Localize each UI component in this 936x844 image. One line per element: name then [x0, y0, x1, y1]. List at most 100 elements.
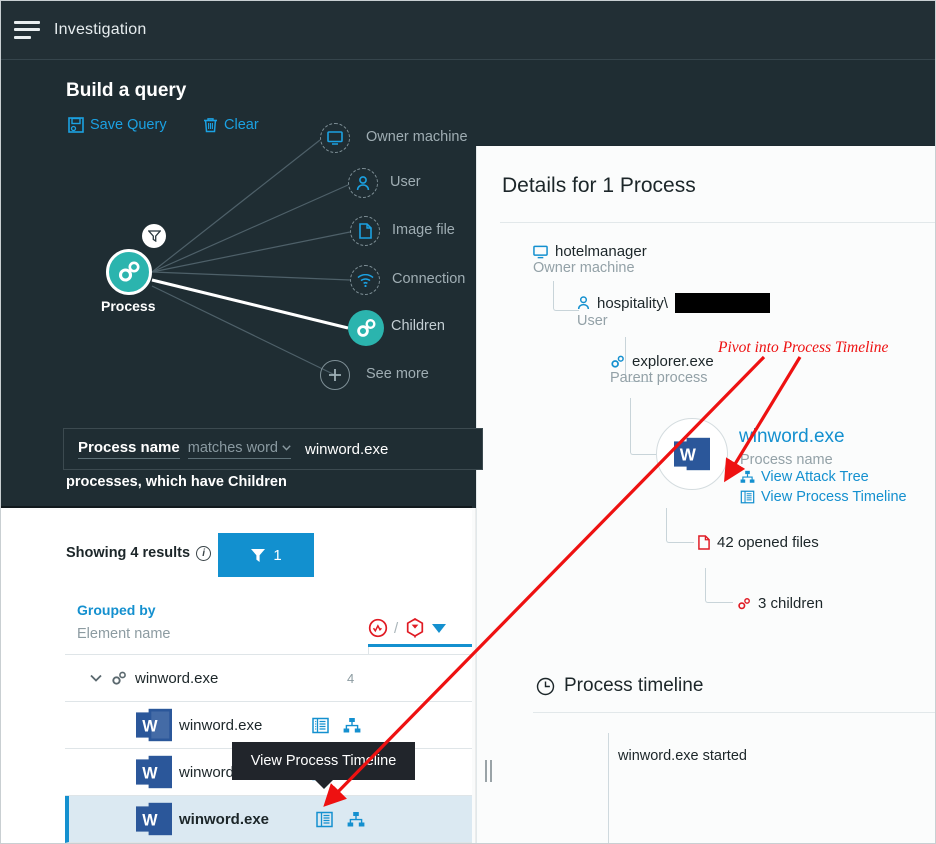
tree-node-name: explorer.exe [610, 353, 714, 370]
panel-splitter-handle[interactable] [485, 760, 492, 782]
graph-label-children: Children [391, 318, 445, 334]
process-gears-icon [611, 355, 624, 368]
tree-elbow [553, 281, 579, 311]
view-process-timeline-label: View Process Timeline [761, 489, 907, 505]
grouped-by-label: Grouped by [77, 602, 156, 618]
alert-hexagon-icon[interactable] [404, 617, 426, 639]
row-action-tooltip: View Process Timeline [232, 742, 415, 789]
tree-node-name: hotelmanager [533, 243, 647, 260]
graph-node-owner-machine[interactable] [320, 123, 350, 153]
process-timeline-icon[interactable] [312, 717, 329, 734]
query-condition-row[interactable]: Process name matches word winword.exe [63, 428, 483, 470]
query-value-input[interactable]: winword.exe [305, 441, 388, 458]
tree-node-label: explorer.exe [632, 353, 714, 370]
results-header-icons: / [368, 617, 447, 639]
timeline-event: winword.exe started [618, 748, 747, 764]
graph-node-connection[interactable] [350, 265, 380, 295]
results-count-label: Showing 4 results [66, 545, 191, 561]
tree-elbow [705, 568, 733, 603]
process-timeline-axis [608, 733, 609, 844]
opened-files-name: 42 opened files [698, 534, 819, 551]
row-actions [316, 811, 365, 828]
user-icon [577, 296, 590, 310]
tree-elbow [666, 508, 694, 543]
details-tree-node-owner-machine[interactable]: hotelmanager Owner machine [533, 243, 647, 276]
graph-label-connection: Connection [392, 271, 466, 287]
investigation-page: Investigation Build a query Save Query C… [0, 0, 936, 844]
chevron-down-icon[interactable] [89, 671, 103, 685]
process-gears-icon-red [738, 597, 750, 609]
query-suffix-text: processes, which have Children [66, 474, 287, 490]
filter-count: 1 [273, 546, 282, 564]
graph-label-owner-machine: Owner machine [366, 129, 468, 145]
graph-node-children[interactable] [348, 310, 384, 346]
process-timeline-heading: Process timeline [536, 675, 703, 697]
risk-circle-icon[interactable] [368, 618, 388, 638]
monitor-icon [533, 245, 548, 258]
app-topbar: Investigation [0, 0, 936, 59]
process-gears-icon [357, 319, 376, 337]
graph-label-image-file: Image file [392, 222, 455, 238]
query-operator-label: matches word [187, 439, 278, 456]
hamburger-icon[interactable] [14, 20, 40, 39]
tree-node-label: hotelmanager [555, 243, 647, 260]
process-timeline-divider [533, 712, 936, 713]
attack-tree-icon[interactable] [347, 811, 365, 828]
details-divider [500, 222, 936, 223]
chevron-down-icon [282, 444, 291, 451]
row-label: winword.exe [179, 716, 263, 734]
graph-label-user: User [390, 174, 421, 190]
graph-label-see-more: See more [366, 366, 429, 382]
view-attack-tree-link[interactable]: View Attack Tree [740, 469, 869, 485]
focus-process-avatar: W [656, 418, 728, 490]
info-icon[interactable]: i [196, 545, 212, 561]
graph-node-user[interactable] [348, 168, 378, 198]
monitor-icon [327, 131, 343, 145]
focus-process-sublabel: Process name [740, 452, 833, 468]
children-node-label: 3 children [758, 595, 824, 612]
table-row[interactable]: winword.exe 4 [65, 655, 472, 702]
tree-node-sublabel: Owner machine [533, 260, 635, 276]
details-node-opened-files[interactable]: 42 opened files [698, 534, 819, 551]
process-timeline-icon[interactable] [316, 811, 333, 828]
details-node-children[interactable]: 3 children [737, 595, 823, 612]
filter-button[interactable]: 1 [218, 533, 314, 577]
results-count: Showing 4 results i [66, 545, 212, 561]
word-icon: W [136, 755, 172, 789]
process-gears-icon [112, 671, 126, 685]
row-label: winword.exe [135, 669, 219, 687]
view-attack-tree-label: View Attack Tree [761, 469, 869, 485]
table-row[interactable]: W winword.exe [65, 796, 472, 843]
view-process-timeline-link[interactable]: View Process Timeline [740, 489, 907, 505]
grouped-by-value[interactable]: Element name [77, 626, 171, 642]
svg-text:W: W [142, 717, 158, 735]
graph-node-image-file[interactable] [350, 216, 380, 246]
tooltip-label: View Process Timeline [250, 753, 397, 769]
process-filter-badge[interactable] [142, 224, 166, 248]
process-timeline-icon [740, 490, 755, 504]
svg-text:W: W [142, 764, 158, 782]
svg-text:W: W [680, 445, 697, 464]
attack-tree-icon [740, 470, 755, 483]
attack-tree-icon[interactable] [343, 717, 361, 734]
wifi-icon [356, 273, 374, 287]
row-actions [312, 717, 361, 734]
tree-node-label: hospitality\ [597, 294, 668, 312]
details-tree-node-parent-process[interactable]: explorer.exe Parent process [610, 353, 714, 386]
tooltip-tail [314, 780, 333, 789]
details-tree-node-user[interactable]: hospitality\ User [577, 293, 770, 329]
focus-process-name[interactable]: winword.exe [739, 426, 845, 448]
tree-node-sublabel: Parent process [610, 370, 708, 386]
file-icon [358, 223, 372, 239]
graph-label-process: Process [101, 298, 156, 314]
results-column-accent [368, 644, 472, 647]
app-title: Investigation [54, 20, 147, 38]
query-operator-select[interactable]: matches word [187, 439, 291, 459]
graph-node-process[interactable] [106, 249, 152, 295]
graph-node-see-more[interactable] [320, 360, 350, 390]
tree-elbow [630, 398, 656, 455]
query-field-label[interactable]: Process name [78, 439, 180, 459]
redacted-username [674, 293, 770, 313]
chevron-down-icon[interactable] [432, 623, 447, 633]
row-label: winword.exe [179, 810, 270, 828]
